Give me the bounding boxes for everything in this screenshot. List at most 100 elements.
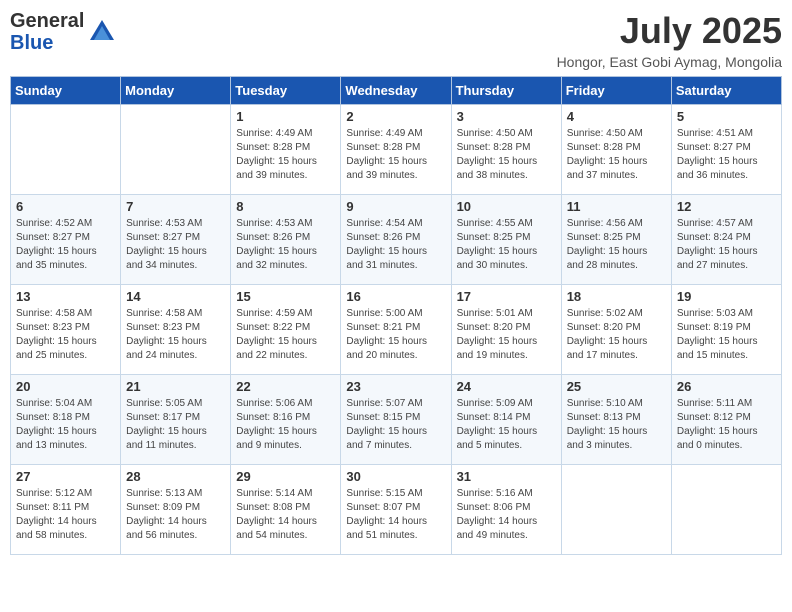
calendar-cell: 7Sunrise: 4:53 AMSunset: 8:27 PMDaylight… <box>121 195 231 285</box>
logo: General Blue <box>10 10 116 54</box>
day-number: 21 <box>126 379 225 394</box>
day-number: 12 <box>677 199 776 214</box>
day-number: 25 <box>567 379 666 394</box>
calendar-body: 1 Sunrise: 4:49 AMSunset: 8:28 PMDaylight… <box>11 105 782 555</box>
day-info: Sunrise: 4:56 AMSunset: 8:25 PMDaylight:… <box>567 217 666 273</box>
month-year-title: July 2025 <box>557 10 782 52</box>
day-number: 18 <box>567 289 666 304</box>
calendar-week-row: 1 Sunrise: 4:49 AMSunset: 8:28 PMDaylight… <box>11 105 782 195</box>
day-number: 5 <box>677 109 776 124</box>
calendar-week-row: 20Sunrise: 5:04 AMSunset: 8:18 PMDayligh… <box>11 375 782 465</box>
page-header: General Blue July 2025 Hongor, East Gobi… <box>10 10 782 70</box>
day-info: Sunrise: 4:53 AMSunset: 8:26 PMDaylight:… <box>236 217 335 273</box>
day-info: Sunrise: 4:59 AMSunset: 8:22 PMDaylight:… <box>236 307 335 363</box>
day-number: 26 <box>677 379 776 394</box>
calendar-cell: 25Sunrise: 5:10 AMSunset: 8:13 PMDayligh… <box>561 375 671 465</box>
calendar-cell: 12 Sunrise: 4:57 AMSunset: 8:24 PMDayligh… <box>671 195 781 285</box>
calendar-cell: 23 Sunrise: 5:07 AMSunset: 8:15 PMDayligh… <box>341 375 451 465</box>
day-info: Sunrise: 5:09 AMSunset: 8:14 PMDaylight:… <box>457 397 556 453</box>
weekday-header-row: SundayMondayTuesdayWednesdayThursdayFrid… <box>11 77 782 105</box>
day-number: 17 <box>457 289 556 304</box>
day-number: 24 <box>457 379 556 394</box>
day-info: Sunrise: 5:12 AMSunset: 8:11 PMDaylight:… <box>16 487 115 543</box>
calendar-week-row: 6Sunrise: 4:52 AMSunset: 8:27 PMDaylight… <box>11 195 782 285</box>
day-number: 4 <box>567 109 666 124</box>
calendar-cell: 19Sunrise: 5:03 AMSunset: 8:19 PMDayligh… <box>671 285 781 375</box>
day-number: 2 <box>346 109 445 124</box>
day-info: Sunrise: 4:58 AMSunset: 8:23 PMDaylight:… <box>126 307 225 363</box>
day-number: 1 <box>236 109 335 124</box>
weekday-header-friday: Friday <box>561 77 671 105</box>
logo-icon <box>88 18 116 46</box>
calendar-cell: 30Sunrise: 5:15 AMSunset: 8:07 PMDayligh… <box>341 465 451 555</box>
day-info: Sunrise: 4:50 AMSunset: 8:28 PMDaylight:… <box>567 127 666 183</box>
day-info: Sunrise: 4:55 AMSunset: 8:25 PMDaylight:… <box>457 217 556 273</box>
calendar-cell: 4 Sunrise: 4:50 AMSunset: 8:28 PMDaylight… <box>561 105 671 195</box>
day-info: Sunrise: 4:50 AMSunset: 8:28 PMDaylight:… <box>457 127 556 183</box>
day-info: Sunrise: 4:51 AMSunset: 8:27 PMDaylight:… <box>677 127 776 183</box>
calendar-cell: 8 Sunrise: 4:53 AMSunset: 8:26 PMDaylight… <box>231 195 341 285</box>
weekday-header-thursday: Thursday <box>451 77 561 105</box>
day-number: 15 <box>236 289 335 304</box>
day-number: 20 <box>16 379 115 394</box>
day-info: Sunrise: 5:01 AMSunset: 8:20 PMDaylight:… <box>457 307 556 363</box>
day-number: 14 <box>126 289 225 304</box>
calendar-cell: 29Sunrise: 5:14 AMSunset: 8:08 PMDayligh… <box>231 465 341 555</box>
day-number: 6 <box>16 199 115 214</box>
day-number: 31 <box>457 469 556 484</box>
calendar-cell: 28 Sunrise: 5:13 AMSunset: 8:09 PMDayligh… <box>121 465 231 555</box>
logo-blue-text: Blue <box>10 32 84 54</box>
day-info: Sunrise: 5:02 AMSunset: 8:20 PMDaylight:… <box>567 307 666 363</box>
day-number: 11 <box>567 199 666 214</box>
day-number: 13 <box>16 289 115 304</box>
calendar-cell: 16Sunrise: 5:00 AMSunset: 8:21 PMDayligh… <box>341 285 451 375</box>
location-subtitle: Hongor, East Gobi Aymag, Mongolia <box>557 54 782 70</box>
day-number: 8 <box>236 199 335 214</box>
day-number: 19 <box>677 289 776 304</box>
day-number: 23 <box>346 379 445 394</box>
weekday-header-wednesday: Wednesday <box>341 77 451 105</box>
day-info: Sunrise: 4:57 AMSunset: 8:24 PMDaylight:… <box>677 217 776 273</box>
day-info: Sunrise: 5:05 AMSunset: 8:17 PMDaylight:… <box>126 397 225 453</box>
day-number: 28 <box>126 469 225 484</box>
day-info: Sunrise: 5:13 AMSunset: 8:09 PMDaylight:… <box>126 487 225 543</box>
day-info: Sunrise: 5:16 AMSunset: 8:06 PMDaylight:… <box>457 487 556 543</box>
calendar-cell: 11 Sunrise: 4:56 AMSunset: 8:25 PMDayligh… <box>561 195 671 285</box>
day-info: Sunrise: 4:49 AMSunset: 8:28 PMDaylight:… <box>346 127 445 183</box>
day-info: Sunrise: 4:58 AMSunset: 8:23 PMDaylight:… <box>16 307 115 363</box>
calendar-cell <box>11 105 121 195</box>
calendar-cell: 2 Sunrise: 4:49 AMSunset: 8:28 PMDaylight… <box>341 105 451 195</box>
calendar-week-row: 13 Sunrise: 4:58 AMSunset: 8:23 PMDayligh… <box>11 285 782 375</box>
calendar-cell: 20Sunrise: 5:04 AMSunset: 8:18 PMDayligh… <box>11 375 121 465</box>
day-info: Sunrise: 5:15 AMSunset: 8:07 PMDaylight:… <box>346 487 445 543</box>
day-info: Sunrise: 5:11 AMSunset: 8:12 PMDaylight:… <box>677 397 776 453</box>
day-number: 10 <box>457 199 556 214</box>
calendar-cell: 31 Sunrise: 5:16 AMSunset: 8:06 PMDayligh… <box>451 465 561 555</box>
weekday-header-monday: Monday <box>121 77 231 105</box>
calendar-week-row: 27 Sunrise: 5:12 AMSunset: 8:11 PMDayligh… <box>11 465 782 555</box>
title-area: July 2025 Hongor, East Gobi Aymag, Mongo… <box>557 10 782 70</box>
calendar-cell <box>121 105 231 195</box>
weekday-header-saturday: Saturday <box>671 77 781 105</box>
day-info: Sunrise: 5:07 AMSunset: 8:15 PMDaylight:… <box>346 397 445 453</box>
calendar-cell: 21 Sunrise: 5:05 AMSunset: 8:17 PMDayligh… <box>121 375 231 465</box>
calendar-cell: 9Sunrise: 4:54 AMSunset: 8:26 PMDaylight… <box>341 195 451 285</box>
calendar-cell: 1Sunrise: 4:49 AMSunset: 8:28 PMDaylight… <box>231 105 341 195</box>
calendar-cell: 17 Sunrise: 5:01 AMSunset: 8:20 PMDayligh… <box>451 285 561 375</box>
calendar-cell: 24 Sunrise: 5:09 AMSunset: 8:14 PMDayligh… <box>451 375 561 465</box>
calendar-cell: 26 Sunrise: 5:11 AMSunset: 8:12 PMDayligh… <box>671 375 781 465</box>
logo-general-text: General <box>10 10 84 32</box>
day-number: 22 <box>236 379 335 394</box>
weekday-header-sunday: Sunday <box>11 77 121 105</box>
calendar-cell: 13 Sunrise: 4:58 AMSunset: 8:23 PMDayligh… <box>11 285 121 375</box>
calendar-cell <box>561 465 671 555</box>
day-info: Sunrise: 5:06 AMSunset: 8:16 PMDaylight:… <box>236 397 335 453</box>
day-number: 27 <box>16 469 115 484</box>
day-number: 3 <box>457 109 556 124</box>
calendar-cell: 27 Sunrise: 5:12 AMSunset: 8:11 PMDayligh… <box>11 465 121 555</box>
weekday-header-tuesday: Tuesday <box>231 77 341 105</box>
calendar-cell: 5 Sunrise: 4:51 AMSunset: 8:27 PMDaylight… <box>671 105 781 195</box>
calendar-cell: 15 Sunrise: 4:59 AMSunset: 8:22 PMDayligh… <box>231 285 341 375</box>
calendar-cell: 6Sunrise: 4:52 AMSunset: 8:27 PMDaylight… <box>11 195 121 285</box>
day-number: 9 <box>346 199 445 214</box>
